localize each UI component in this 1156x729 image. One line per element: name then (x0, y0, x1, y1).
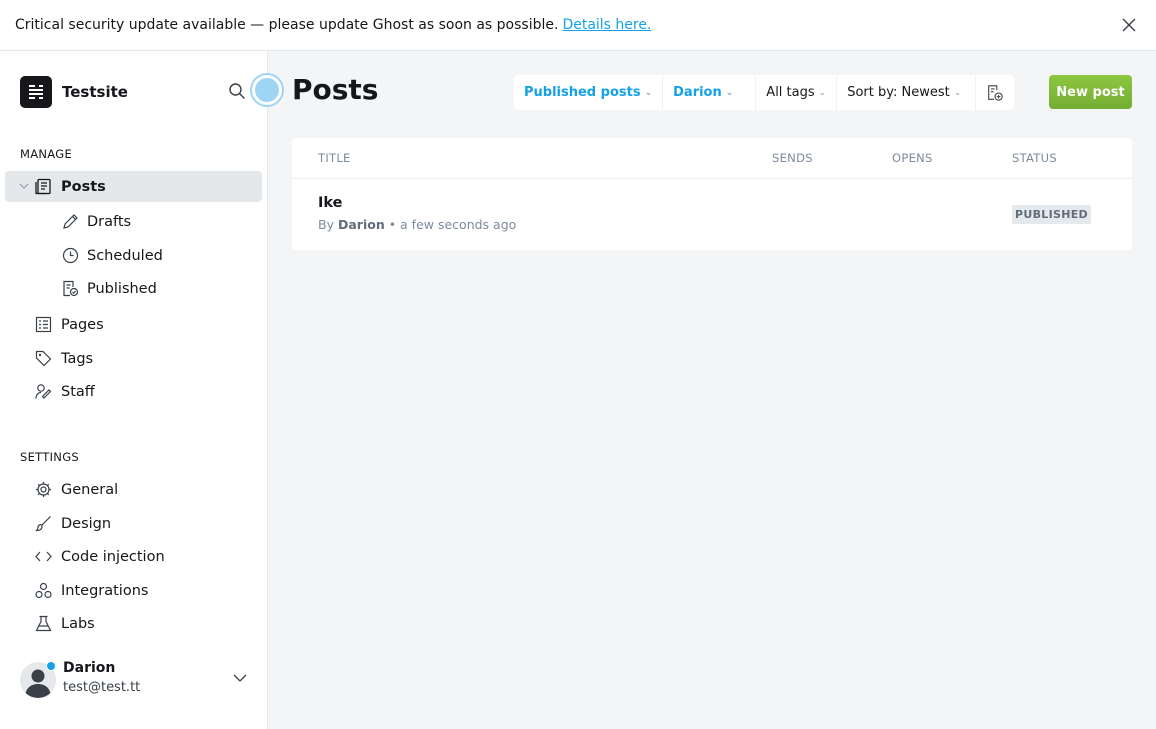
sidebar-item-label: Staff (61, 383, 95, 400)
view-options-button[interactable] (976, 75, 1014, 110)
site-brand[interactable]: Testsite (20, 76, 128, 108)
security-banner: Critical security update available — ple… (0, 0, 1156, 51)
sidebar-item-label: Integrations (61, 582, 149, 599)
tags-filter[interactable]: All tags ⌄ (756, 75, 838, 110)
site-name: Testsite (62, 83, 128, 101)
sidebar-item-integrations[interactable]: Integrations (5, 575, 262, 606)
chevron-down-icon: ⌄ (644, 87, 653, 98)
user-email: test@test.tt (63, 680, 141, 695)
post-meta: By Darion • a few seconds ago (318, 217, 516, 232)
post-time: • a few seconds ago (388, 217, 517, 232)
sidebar-item-labs[interactable]: Labs (5, 608, 262, 639)
close-icon[interactable] (1120, 16, 1138, 34)
sidebar-item-general[interactable]: General (5, 474, 262, 505)
banner-details-link[interactable]: Details here. (562, 17, 651, 33)
chevron-down-icon: ⌄ (818, 87, 827, 98)
sidebar-item-published[interactable]: Published (5, 273, 262, 304)
new-post-button[interactable]: New post (1049, 75, 1132, 109)
posts-table: TITLE SENDS OPENS STATUS Ike By Darion •… (292, 138, 1132, 250)
filter-label: Darion (673, 85, 722, 100)
sidebar-item-label: Labs (61, 615, 95, 632)
online-status-dot (46, 661, 56, 671)
filter-label: Published posts (524, 85, 641, 100)
sidebar-item-tags[interactable]: Tags (5, 343, 262, 374)
chevron-down-icon[interactable] (19, 181, 29, 191)
sidebar-item-posts[interactable]: Posts (5, 171, 262, 202)
post-filters: Published posts ⌄ Darion ⌄ All tags ⌄ Sort … (514, 75, 1015, 110)
user-menu[interactable]: Darion test@test.tt (20, 657, 260, 703)
sidebar-item-label: Code injection (61, 548, 165, 565)
sidebar-item-code-injection[interactable]: Code injection (5, 541, 262, 572)
clock-icon (62, 247, 79, 264)
search-icon[interactable] (228, 82, 246, 100)
filter-label: All tags (766, 85, 815, 100)
tag-icon (35, 350, 52, 367)
column-header-title: TITLE (318, 151, 351, 165)
post-author: Darion (337, 217, 385, 232)
table-row[interactable]: Ike By Darion • a few seconds ago PUBLIS… (292, 179, 1132, 250)
column-header-status: STATUS (1012, 151, 1057, 165)
pencil-icon (63, 214, 78, 229)
sidebar-item-label: Scheduled (87, 247, 163, 264)
sidebar: Testsite MANAGE Posts Drafts Scheduled P… (0, 51, 268, 729)
posts-icon (35, 178, 51, 195)
chevron-down-icon: ⌄ (725, 87, 734, 98)
pages-icon (35, 316, 52, 333)
sidebar-item-scheduled[interactable]: Scheduled (5, 240, 262, 271)
banner-message: Critical security update available — ple… (15, 17, 559, 33)
sidebar-item-label: Published (87, 280, 157, 297)
main-content: Posts Published posts ⌄ Darion ⌄ All tags ⌄… (252, 51, 1156, 729)
settings-section-title: SETTINGS (20, 450, 80, 464)
code-icon (35, 551, 52, 562)
user-name: Darion (63, 660, 116, 676)
published-icon (63, 280, 79, 297)
staff-icon (35, 384, 52, 399)
site-logo (20, 76, 52, 108)
flask-icon (35, 615, 52, 632)
sidebar-item-label: General (61, 481, 119, 498)
brush-icon (35, 516, 51, 532)
table-header: TITLE SENDS OPENS STATUS (292, 138, 1132, 179)
column-header-sends: SENDS (772, 151, 813, 165)
sidebar-item-pages[interactable]: Pages (5, 309, 262, 340)
page-title: Posts (292, 73, 379, 106)
sidebar-item-staff[interactable]: Staff (5, 376, 262, 407)
integrations-icon (35, 582, 52, 599)
sidebar-item-drafts[interactable]: Drafts (5, 206, 262, 237)
settings-view-icon (988, 84, 1003, 101)
chevron-down-icon[interactable] (233, 673, 247, 683)
chevron-down-icon: ⌄ (953, 87, 962, 98)
sidebar-item-label: Tags (61, 350, 94, 367)
sort-filter[interactable]: Sort by: Newest ⌄ (837, 75, 977, 110)
author-filter[interactable]: Darion ⌄ (663, 75, 757, 110)
sidebar-item-label: Pages (61, 316, 104, 333)
manage-section-title: MANAGE (20, 147, 73, 161)
sidebar-item-label: Drafts (87, 213, 132, 230)
post-type-filter[interactable]: Published posts ⌄ (514, 75, 664, 110)
sidebar-item-label: Design (61, 515, 112, 532)
post-by: By (318, 217, 334, 232)
gear-icon (36, 482, 51, 497)
sidebar-item-label: Posts (61, 178, 106, 195)
column-header-opens: OPENS (892, 151, 933, 165)
sidebar-item-design[interactable]: Design (5, 508, 262, 539)
filter-label: Sort by: Newest (847, 85, 950, 100)
post-title: Ike (318, 195, 343, 211)
loading-indicator (252, 75, 282, 105)
status-badge: PUBLISHED (1012, 205, 1091, 224)
